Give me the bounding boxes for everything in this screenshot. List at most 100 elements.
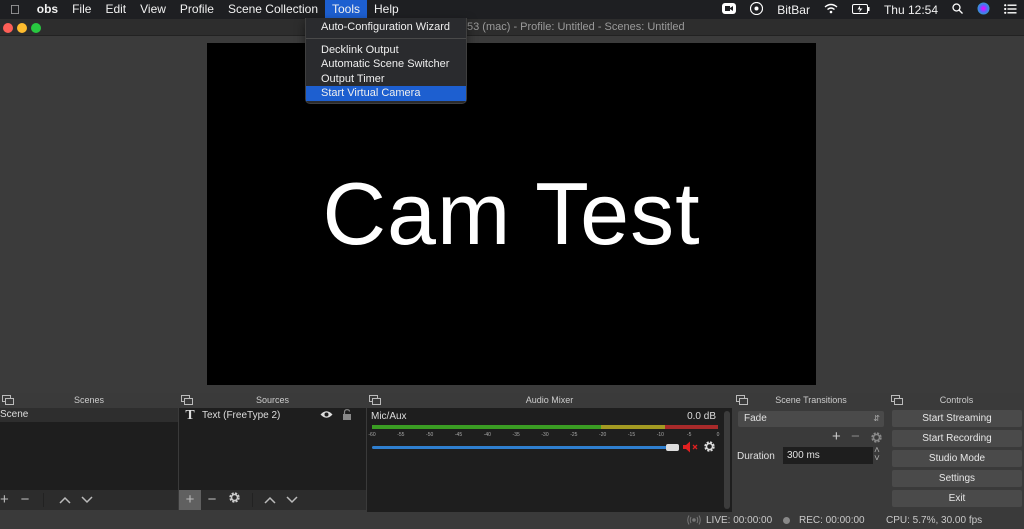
undock-icon[interactable] bbox=[369, 395, 381, 405]
channel-level: 0.0 dB bbox=[687, 411, 716, 422]
select-updown-icon: ⇵ bbox=[873, 414, 880, 423]
macos-menubar:  obs File Edit View Profile Scene Colle… bbox=[0, 0, 1024, 19]
mixer-scrollbar[interactable] bbox=[724, 411, 730, 509]
controls-title: Controls bbox=[939, 395, 974, 405]
duration-value: 300 ms bbox=[787, 450, 820, 461]
start-recording-button[interactable]: Start Recording bbox=[892, 430, 1022, 447]
undock-icon[interactable] bbox=[2, 395, 14, 405]
move-scene-down-button[interactable] bbox=[76, 490, 98, 510]
duration-spinner[interactable]: ˄ ˅ bbox=[874, 446, 880, 464]
move-source-down-button[interactable] bbox=[281, 490, 303, 510]
zoom-app-icon[interactable] bbox=[715, 2, 743, 17]
cpu-fps-readout: CPU: 5.7%, 30.00 fps bbox=[886, 515, 983, 526]
controls-header: Controls bbox=[889, 393, 1024, 408]
move-scene-up-button[interactable] bbox=[54, 490, 76, 510]
spotlight-search-icon[interactable] bbox=[945, 2, 970, 17]
text-source-icon: T bbox=[185, 407, 195, 423]
channel-name: Mic/Aux bbox=[371, 411, 407, 422]
undock-icon[interactable] bbox=[736, 395, 748, 405]
notification-center-icon[interactable] bbox=[997, 3, 1024, 17]
clock[interactable]: Thu 12:54 bbox=[877, 3, 945, 17]
controls-dock: Controls Start Streaming Start Recording… bbox=[889, 393, 1024, 512]
undock-icon[interactable] bbox=[891, 395, 903, 405]
remove-transition-button[interactable]: − bbox=[851, 428, 860, 445]
transitions-panel: Fade ⇵ + − Duration 300 ms ˄ ˅ bbox=[734, 408, 888, 512]
transitions-title: Scene Transitions bbox=[775, 395, 847, 405]
menu-scene-collection[interactable]: Scene Collection bbox=[221, 0, 325, 19]
volume-slider-track[interactable] bbox=[372, 446, 672, 449]
meter-tick-label: -20 bbox=[599, 432, 607, 438]
add-transition-button[interactable]: + bbox=[832, 428, 841, 445]
sources-list: T Text (FreeType 2) bbox=[179, 408, 366, 490]
siri-icon[interactable] bbox=[970, 2, 997, 18]
wifi-icon[interactable] bbox=[817, 3, 845, 17]
apple-menu-icon[interactable]:  bbox=[0, 0, 30, 19]
meter-tick-label: 0 bbox=[716, 432, 720, 438]
remove-source-button[interactable]: − bbox=[201, 490, 223, 510]
menu-help[interactable]: Help bbox=[367, 0, 406, 19]
preview-text: Cam Test bbox=[322, 164, 701, 263]
menu-edit[interactable]: Edit bbox=[98, 0, 133, 19]
audio-mixer-title: Audio Mixer bbox=[525, 395, 574, 405]
meter-tick-label: -45 bbox=[454, 432, 463, 438]
transition-select[interactable]: Fade ⇵ bbox=[738, 411, 884, 427]
meter-tick-label: -15 bbox=[627, 432, 636, 438]
start-streaming-button[interactable]: Start Streaming bbox=[892, 410, 1022, 427]
volume-meter bbox=[372, 425, 718, 429]
meter-yellow-segment bbox=[601, 425, 665, 429]
window-titlebar: 53 (mac) - Profile: Untitled - Scenes: U… bbox=[0, 19, 1024, 36]
duration-input[interactable]: 300 ms bbox=[783, 447, 873, 464]
meter-tick-label: -25 bbox=[570, 432, 578, 438]
minimize-window-button[interactable] bbox=[17, 23, 27, 33]
sources-dock-title: Sources bbox=[255, 395, 290, 405]
audio-settings-gear-icon[interactable] bbox=[703, 440, 716, 456]
undock-icon[interactable] bbox=[181, 395, 193, 405]
unlock-icon[interactable] bbox=[342, 409, 352, 423]
scenes-dock-header: Scenes bbox=[0, 393, 178, 408]
scene-list-item[interactable]: Scene bbox=[0, 408, 178, 422]
menu-item-output-timer[interactable]: Output Timer bbox=[306, 72, 466, 87]
meter-red-segment bbox=[664, 425, 718, 429]
close-window-button[interactable] bbox=[3, 23, 13, 33]
source-properties-gear-icon[interactable] bbox=[223, 490, 245, 510]
add-scene-button[interactable]: + bbox=[0, 490, 14, 510]
exit-button[interactable]: Exit bbox=[892, 490, 1022, 507]
preview-canvas[interactable]: Cam Test bbox=[207, 43, 816, 385]
volume-slider-handle[interactable] bbox=[666, 444, 679, 451]
muted-speaker-icon[interactable] bbox=[683, 441, 699, 456]
add-source-button[interactable]: + bbox=[179, 490, 201, 510]
meter-tick-label: -35 bbox=[512, 432, 520, 438]
move-source-up-button[interactable] bbox=[259, 490, 281, 510]
battery-charging-icon[interactable] bbox=[845, 3, 877, 17]
preview-area: Cam Test bbox=[0, 36, 1024, 393]
zoom-window-button[interactable] bbox=[31, 23, 41, 33]
menu-tools[interactable]: Tools bbox=[325, 0, 368, 19]
meter-tick-label: -10 bbox=[656, 432, 664, 438]
meter-tick-label: -5 bbox=[686, 432, 692, 438]
menu-item-automatic-scene-switcher[interactable]: Automatic Scene Switcher bbox=[306, 57, 466, 72]
menu-file[interactable]: File bbox=[65, 0, 98, 19]
menu-profile[interactable]: Profile bbox=[173, 0, 221, 19]
visibility-eye-icon[interactable] bbox=[320, 410, 333, 422]
meter-ticks: -60 -55 -50 -45 -40 -35 -30 -25 -20 -15 -10 -5 0 bbox=[368, 430, 720, 440]
meter-tick-label: -55 bbox=[397, 432, 405, 438]
toolbar-divider bbox=[245, 493, 253, 507]
menu-item-decklink-output[interactable]: Decklink Output bbox=[306, 43, 466, 58]
mixer-channel: Mic/Aux 0.0 dB -60 -55 -50 -45 -40 -35 -30 -25-… bbox=[367, 408, 732, 468]
menu-item-auto-configuration-wizard[interactable]: Auto-Configuration Wizard bbox=[306, 20, 466, 35]
status-menu-area: BitBar Thu 12:54 bbox=[715, 0, 1024, 19]
studio-mode-button[interactable]: Studio Mode bbox=[892, 450, 1022, 467]
source-list-item[interactable]: T Text (FreeType 2) bbox=[179, 408, 366, 423]
bitbar-label[interactable]: BitBar bbox=[770, 3, 817, 17]
settings-button[interactable]: Settings bbox=[892, 470, 1022, 487]
menu-item-start-virtual-camera[interactable]: Start Virtual Camera bbox=[306, 86, 466, 101]
menu-view[interactable]: View bbox=[133, 0, 173, 19]
menu-app-obs[interactable]: obs bbox=[30, 0, 65, 19]
remove-scene-button[interactable]: − bbox=[14, 490, 36, 510]
rec-timer: REC: 00:00:00 bbox=[799, 515, 865, 526]
obs-status-icon[interactable] bbox=[743, 1, 770, 18]
scenes-dock-title: Scenes bbox=[73, 395, 105, 405]
tools-menu-dropdown: Auto-Configuration Wizard Decklink Outpu… bbox=[305, 18, 467, 104]
audio-mixer-dock: Audio Mixer Mic/Aux 0.0 dB -60 -55 -50 -45-… bbox=[367, 393, 732, 512]
source-name: Text (FreeType 2) bbox=[202, 410, 281, 421]
